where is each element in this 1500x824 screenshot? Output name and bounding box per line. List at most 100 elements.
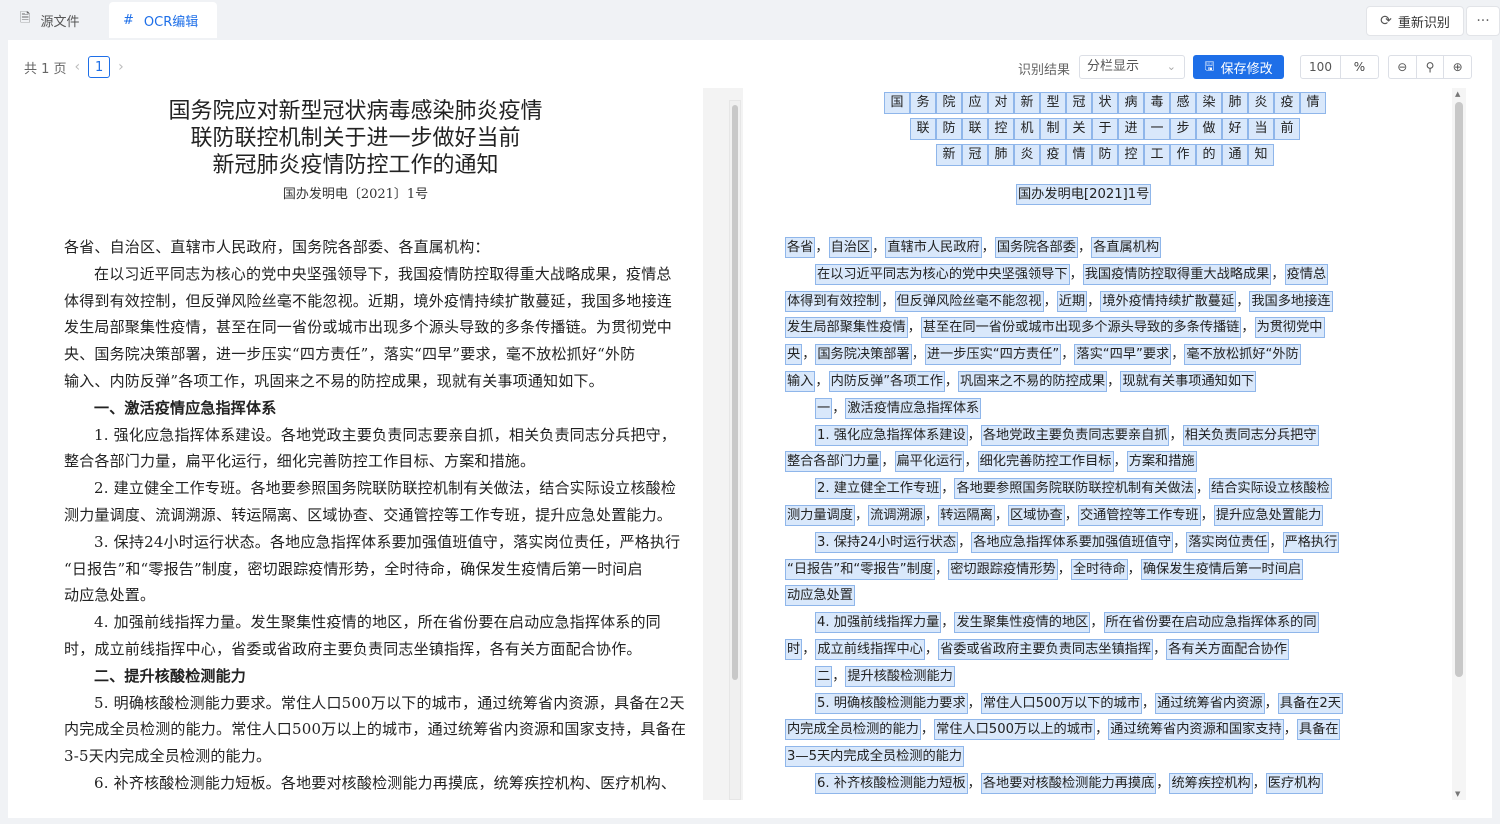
ocr-text-segment[interactable]: 近期: [1056, 290, 1088, 312]
ocr-title-char[interactable]: 情: [1300, 92, 1326, 114]
ocr-text-segment[interactable]: 二: [815, 665, 833, 687]
ocr-text-segment[interactable]: 输入: [785, 371, 816, 392]
ocr-text-segment[interactable]: 所在省份要在启动应急指挥体系的同: [1103, 612, 1319, 634]
ocr-text-segment[interactable]: 扁平化运行: [894, 451, 965, 473]
ocr-title-char[interactable]: 肺: [988, 144, 1014, 166]
ocr-text-segment[interactable]: 成立前线指挥中心: [815, 639, 925, 660]
ocr-text-line[interactable]: 测力量调度，流调溯源，转运隔离，区域协查，交通管控等工作专班，提升应急处置能力: [785, 504, 1324, 526]
ocr-title-char[interactable]: 型: [1040, 92, 1066, 114]
more-button[interactable]: ···: [1466, 6, 1500, 36]
ocr-title-char[interactable]: 制: [1040, 118, 1066, 140]
ocr-title-char[interactable]: 做: [1196, 118, 1222, 140]
ocr-title-char[interactable]: 毒: [1144, 92, 1170, 114]
ocr-text-segment[interactable]: 流调溯源: [868, 505, 925, 526]
ocr-text-line[interactable]: 时，成立前线指挥中心，省委或省政府主要负责同志坐镇指挥，各有关方面配合协作: [785, 638, 1289, 660]
ocr-text-segment[interactable]: 各直属机构: [1091, 237, 1162, 258]
ocr-text-segment[interactable]: 确保发生疫情后第一时间启: [1140, 558, 1304, 580]
ocr-text-segment[interactable]: 体得到有效控制: [785, 290, 882, 312]
ocr-title-char[interactable]: 情: [1066, 144, 1092, 166]
ocr-title-char[interactable]: 联: [962, 118, 988, 140]
ocr-text-segment[interactable]: 提升核酸检测能力: [845, 665, 955, 687]
ocr-title-row[interactable]: 国务院应对新型冠状病毒感染肺炎疫情: [884, 92, 1326, 114]
ocr-title-char[interactable]: 好: [1222, 118, 1248, 140]
ocr-text-line[interactable]: 4. 加强前线指挥力量，发生聚集性疫情的地区，所在省份要在启动应急指挥体系的同: [815, 611, 1319, 634]
ocr-text-line[interactable]: 体得到有效控制，但反弹风险丝毫不能忽视，近期，境外疫情持续扩散蔓延，我国多地接连: [785, 290, 1333, 312]
ocr-text-line[interactable]: 在以习近平同志为核心的党中央坚强领导下，我国疫情防控取得重大战略成果，疫情总: [815, 263, 1329, 285]
ocr-text-segment[interactable]: 各省: [785, 237, 816, 258]
ocr-text-segment[interactable]: 自治区: [828, 237, 873, 258]
ocr-text-segment[interactable]: 时: [785, 639, 803, 660]
ocr-title-char[interactable]: 前: [1274, 118, 1300, 140]
scrollbar-thumb[interactable]: [732, 105, 738, 680]
ocr-title-char[interactable]: 疫: [1274, 92, 1300, 114]
ocr-title-char[interactable]: 防: [936, 118, 962, 140]
ocr-text-segment[interactable]: 我国多地接连: [1249, 290, 1333, 312]
ocr-text-line[interactable]: 发生局部聚集性疫情，甚至在同一省份或城市出现多个源头导致的多条传播链，为贯彻党中: [785, 316, 1325, 339]
ocr-title-char[interactable]: 疫: [1040, 144, 1066, 166]
ocr-text-segment[interactable]: 常住人口500万以下的城市: [980, 692, 1142, 714]
ocr-title-char[interactable]: 联: [910, 118, 936, 140]
ocr-text-segment[interactable]: 方案和措施: [1126, 451, 1197, 473]
ocr-text-line[interactable]: 1. 强化应急指挥体系建设，各地党政主要负责同志要亲自抓，相关负责同志分兵把守: [815, 424, 1319, 446]
ocr-text-line[interactable]: “日报告”和“零报告”制度，密切跟踪疫情形势，全时待命，确保发生疫情后第一时间启: [785, 558, 1304, 580]
ocr-text-segment[interactable]: 整合各部门力量: [785, 451, 882, 473]
ocr-text-segment[interactable]: 境外疫情持续扩散蔓延: [1100, 290, 1237, 312]
ocr-title-char[interactable]: 院: [936, 92, 962, 114]
ocr-text-segment[interactable]: 内防反弹”各项工作: [828, 371, 945, 392]
ocr-text-segment[interactable]: 但反弹风险丝毫不能忽视: [894, 290, 1044, 312]
ocr-text-line[interactable]: 2. 建立健全工作专班，各地要参照国务院联防联控机制有关做法，结合实际设立核酸检: [815, 477, 1332, 500]
ocr-title-char[interactable]: 步: [1170, 118, 1196, 140]
ocr-text-segment[interactable]: 动应急处置: [785, 585, 855, 607]
display-mode-select[interactable]: 分栏显示 ⌄: [1079, 55, 1185, 79]
ocr-doc-number[interactable]: 国办发明电[2021]1号: [1016, 183, 1152, 205]
ocr-text-segment[interactable]: 各地要参照国务院联防联控机制有关做法: [954, 478, 1196, 500]
ocr-title-char[interactable]: 病: [1118, 92, 1144, 114]
ocr-title-char[interactable]: 冠: [1066, 92, 1092, 114]
ocr-text-segment[interactable]: 我国疫情防控取得重大战略成果: [1082, 263, 1272, 285]
ocr-text-line[interactable]: 央，国务院决策部署，进一步压实“四方责任”，落实“四早”要求，毫不放松抓好“外防: [785, 343, 1301, 366]
ocr-text-segment[interactable]: 各地应急指挥体系要加强值班值守: [971, 531, 1174, 553]
ocr-title-char[interactable]: 冠: [962, 144, 988, 166]
ocr-text-segment[interactable]: 1. 强化应急指挥体系建设: [815, 424, 968, 446]
ocr-text-segment[interactable]: 结合实际设立核酸检: [1209, 478, 1332, 500]
ocr-title-char[interactable]: 机: [1014, 118, 1040, 140]
ocr-text-segment[interactable]: 严格执行: [1282, 531, 1340, 553]
ocr-scrollbar[interactable]: ▲ ▼: [1452, 88, 1466, 800]
ocr-text-segment[interactable]: 3. 保持24小时运行状态: [815, 531, 959, 553]
ocr-title-row[interactable]: 新冠肺炎疫情防控工作的通知: [936, 144, 1274, 166]
ocr-text-segment[interactable]: 激活疫情应急指挥体系: [845, 397, 982, 419]
ocr-text-segment[interactable]: 细化完善防控工作目标: [977, 451, 1114, 473]
scrollbar-thumb[interactable]: [1455, 102, 1463, 677]
ocr-text-segment[interactable]: 6. 补齐核酸检测能力短板: [815, 773, 968, 794]
ocr-text-segment[interactable]: 国务院各部委: [994, 237, 1078, 258]
ocr-text-line[interactable]: 6. 补齐核酸检测能力短板，各地要对核酸检测能力再摸底，统筹疾控机构，医疗机构: [815, 772, 1323, 794]
source-scrollbar[interactable]: [729, 100, 741, 800]
ocr-text-line[interactable]: 内完成全员检测的能力，常住人口500万以上的城市，通过统筹省内资源和国家支持，具…: [785, 718, 1341, 741]
ocr-title-char[interactable]: 通: [1222, 144, 1248, 166]
ocr-title-char[interactable]: 关: [1066, 118, 1092, 140]
ocr-title-char[interactable]: 染: [1196, 92, 1222, 114]
ocr-text-segment[interactable]: 3—5天内完成全员检测的能力: [785, 746, 965, 768]
ocr-text-segment[interactable]: 巩固来之不易的防控成果: [958, 371, 1108, 392]
ocr-title-char[interactable]: 一: [1144, 118, 1170, 140]
zoom-input[interactable]: 100: [1301, 56, 1341, 78]
ocr-title-char[interactable]: 状: [1092, 92, 1118, 114]
ocr-text-segment[interactable]: 4. 加强前线指挥力量: [815, 612, 942, 634]
ocr-text-segment[interactable]: 医疗机构: [1265, 773, 1323, 794]
ocr-text-segment[interactable]: 各有关方面配合协作: [1166, 639, 1289, 660]
ocr-title-char[interactable]: 感: [1170, 92, 1196, 114]
ocr-text-line[interactable]: 整合各部门力量，扁平化运行，细化完善防控工作目标，方案和措施: [785, 450, 1197, 473]
ocr-title-char[interactable]: 作: [1170, 144, 1196, 166]
ocr-text-segment[interactable]: 2. 建立健全工作专班: [815, 478, 942, 500]
ocr-title-char[interactable]: 进: [1118, 118, 1144, 140]
ocr-title-char[interactable]: 炎: [1014, 144, 1040, 166]
ocr-title-char[interactable]: 炎: [1248, 92, 1274, 114]
reocr-button[interactable]: ⟳ 重新识别: [1366, 6, 1464, 36]
next-page-icon[interactable]: ›: [118, 59, 124, 75]
ocr-text-segment[interactable]: 落实岗位责任: [1186, 531, 1270, 553]
ocr-text-segment[interactable]: 常住人口500万以上的城市: [934, 719, 1096, 741]
ocr-text-segment[interactable]: 相关负责同志分兵把守: [1182, 424, 1319, 446]
ocr-title-char[interactable]: 控: [1118, 144, 1144, 166]
ocr-title-char[interactable]: 国: [884, 92, 910, 114]
ocr-text-segment[interactable]: 为贯彻党中: [1254, 317, 1325, 339]
